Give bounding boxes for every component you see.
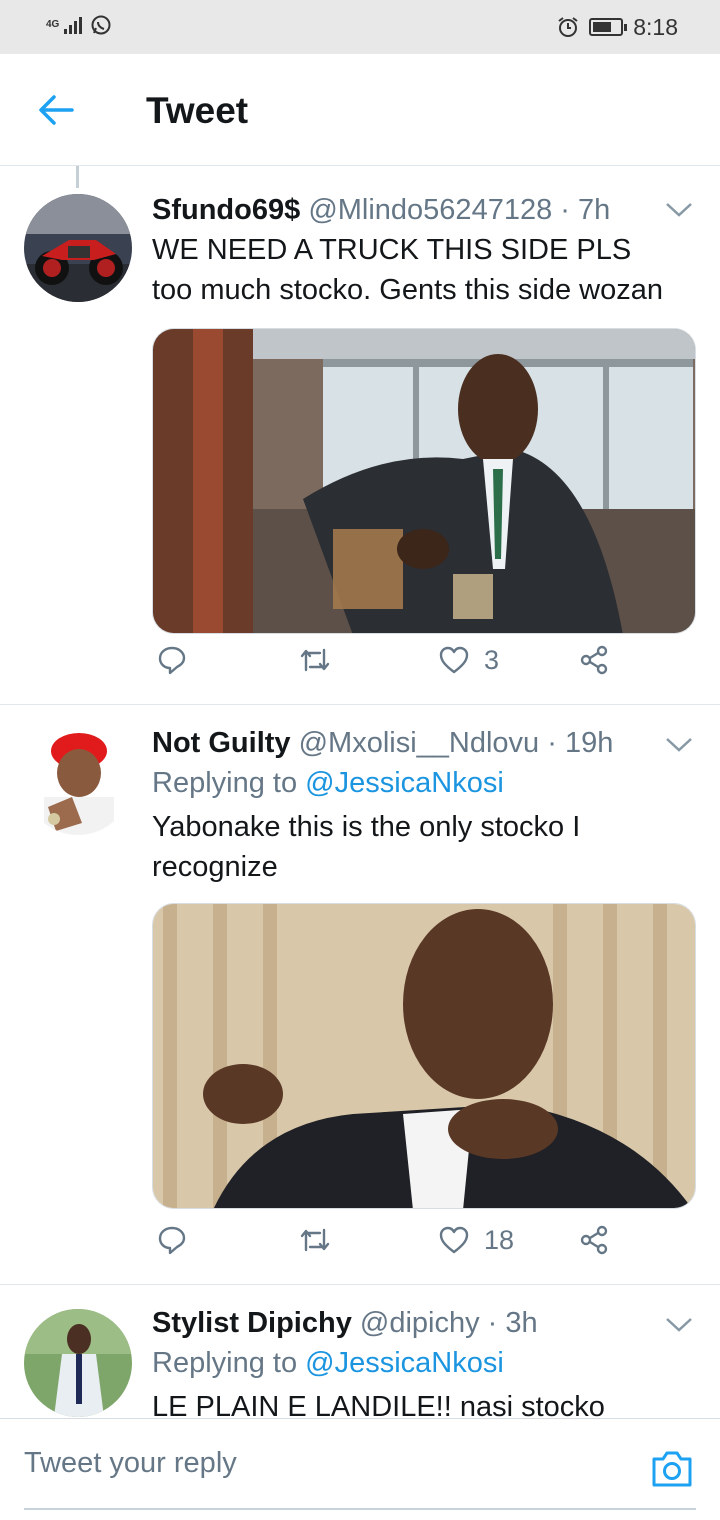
reply-button[interactable]	[156, 1224, 188, 1256]
tweet-text: Yabonake this is the only stocko I recog…	[152, 811, 581, 883]
reply-composer	[0, 1418, 720, 1520]
retweet-icon	[300, 1228, 330, 1252]
user-handle[interactable]: @Mlindo56247128	[308, 194, 552, 226]
camera-icon[interactable]	[650, 1447, 694, 1491]
tweet-time: · 3h	[487, 1307, 538, 1339]
share-button[interactable]	[578, 644, 610, 676]
mention-link[interactable]: @JessicaNkosi	[305, 1347, 504, 1379]
chevron-down-icon[interactable]	[664, 1315, 694, 1335]
tweet-3[interactable]: Stylist Dipichy @dipichy · 3h Replying t…	[0, 1285, 720, 1418]
user-handle[interactable]: @Mxolisi__Ndlovu	[299, 727, 540, 759]
avatar-man-in-suit-image	[24, 1309, 132, 1417]
status-time: 8:18	[633, 14, 678, 40]
retweet-icon	[300, 648, 330, 672]
reply-icon	[158, 646, 186, 675]
tweet-meta: Sfundo69$ @Mlindo56247128 · 7h	[152, 190, 696, 230]
display-name[interactable]: Stylist Dipichy	[152, 1307, 352, 1339]
status-bar: 4G 8:18	[0, 0, 720, 54]
app-header: Tweet	[0, 54, 720, 166]
avatar[interactable]	[24, 194, 132, 302]
tweet-actions: 18	[152, 1224, 622, 1264]
status-left: 4G	[46, 14, 112, 36]
like-button[interactable]: 18	[438, 1224, 514, 1256]
signal-icon	[64, 16, 82, 34]
heart-icon	[439, 1226, 469, 1254]
reply-icon	[158, 1226, 186, 1255]
tweet-time: · 7h	[560, 194, 611, 226]
share-button[interactable]	[578, 1224, 610, 1256]
tweet-meta: Not Guilty @Mxolisi__Ndlovu · 19h	[152, 723, 696, 763]
tweet-1[interactable]: Sfundo69$ @Mlindo56247128 · 7h WE NEED A…	[0, 166, 720, 705]
heart-icon	[439, 646, 469, 674]
avatar[interactable]	[24, 1309, 132, 1417]
chevron-down-icon[interactable]	[664, 735, 694, 755]
replying-to: Replying to @JessicaNkosi	[152, 1343, 696, 1383]
display-name[interactable]: Sfundo69$	[152, 194, 300, 226]
man-pouring-drink-image	[153, 329, 695, 633]
status-right: 8:18	[557, 14, 678, 40]
avatar[interactable]	[24, 727, 132, 835]
composer-underline	[24, 1508, 696, 1510]
tweet-meta: Stylist Dipichy @dipichy · 3h	[152, 1303, 696, 1343]
man-gesturing-image	[153, 904, 695, 1208]
battery-icon	[589, 18, 628, 36]
tweet-image[interactable]	[152, 328, 696, 634]
share-icon	[580, 645, 608, 675]
chevron-down-icon[interactable]	[664, 200, 694, 220]
like-count: 3	[484, 644, 500, 675]
mention-link[interactable]: @JessicaNkosi	[305, 767, 504, 799]
like-button[interactable]: 3	[438, 644, 499, 676]
replying-to-label: Replying to	[152, 767, 298, 799]
retweet-button[interactable]	[298, 1224, 332, 1256]
whatsapp-icon	[91, 15, 111, 35]
reply-input[interactable]	[24, 1447, 584, 1480]
tweet-image[interactable]	[152, 903, 696, 1209]
back-arrow-icon[interactable]	[36, 90, 76, 130]
avatar-motorbike-image	[24, 194, 132, 302]
share-icon	[580, 1225, 608, 1255]
replying-to-label: Replying to	[152, 1347, 298, 1379]
like-count: 18	[484, 1224, 515, 1255]
tweet-text: WE NEED A TRUCK THIS SIDE PLS too much s…	[152, 234, 663, 306]
page-title: Tweet	[146, 90, 249, 131]
retweet-button[interactable]	[298, 644, 332, 676]
tweet-time: · 19h	[547, 727, 614, 759]
network-type: 4G	[46, 19, 60, 30]
display-name[interactable]: Not Guilty	[152, 727, 291, 759]
avatar-red-cap-image	[24, 727, 132, 835]
replying-to: Replying to @JessicaNkosi	[152, 763, 696, 803]
tweet-actions: 3	[152, 644, 622, 684]
reply-button[interactable]	[156, 644, 188, 676]
user-handle[interactable]: @dipichy	[360, 1307, 480, 1339]
tweet-text: LE PLAIN E LANDILE!! nasi stocko	[152, 1391, 605, 1418]
alarm-icon	[558, 17, 578, 37]
tweet-2[interactable]: Not Guilty @Mxolisi__Ndlovu · 19h Replyi…	[0, 705, 720, 1285]
